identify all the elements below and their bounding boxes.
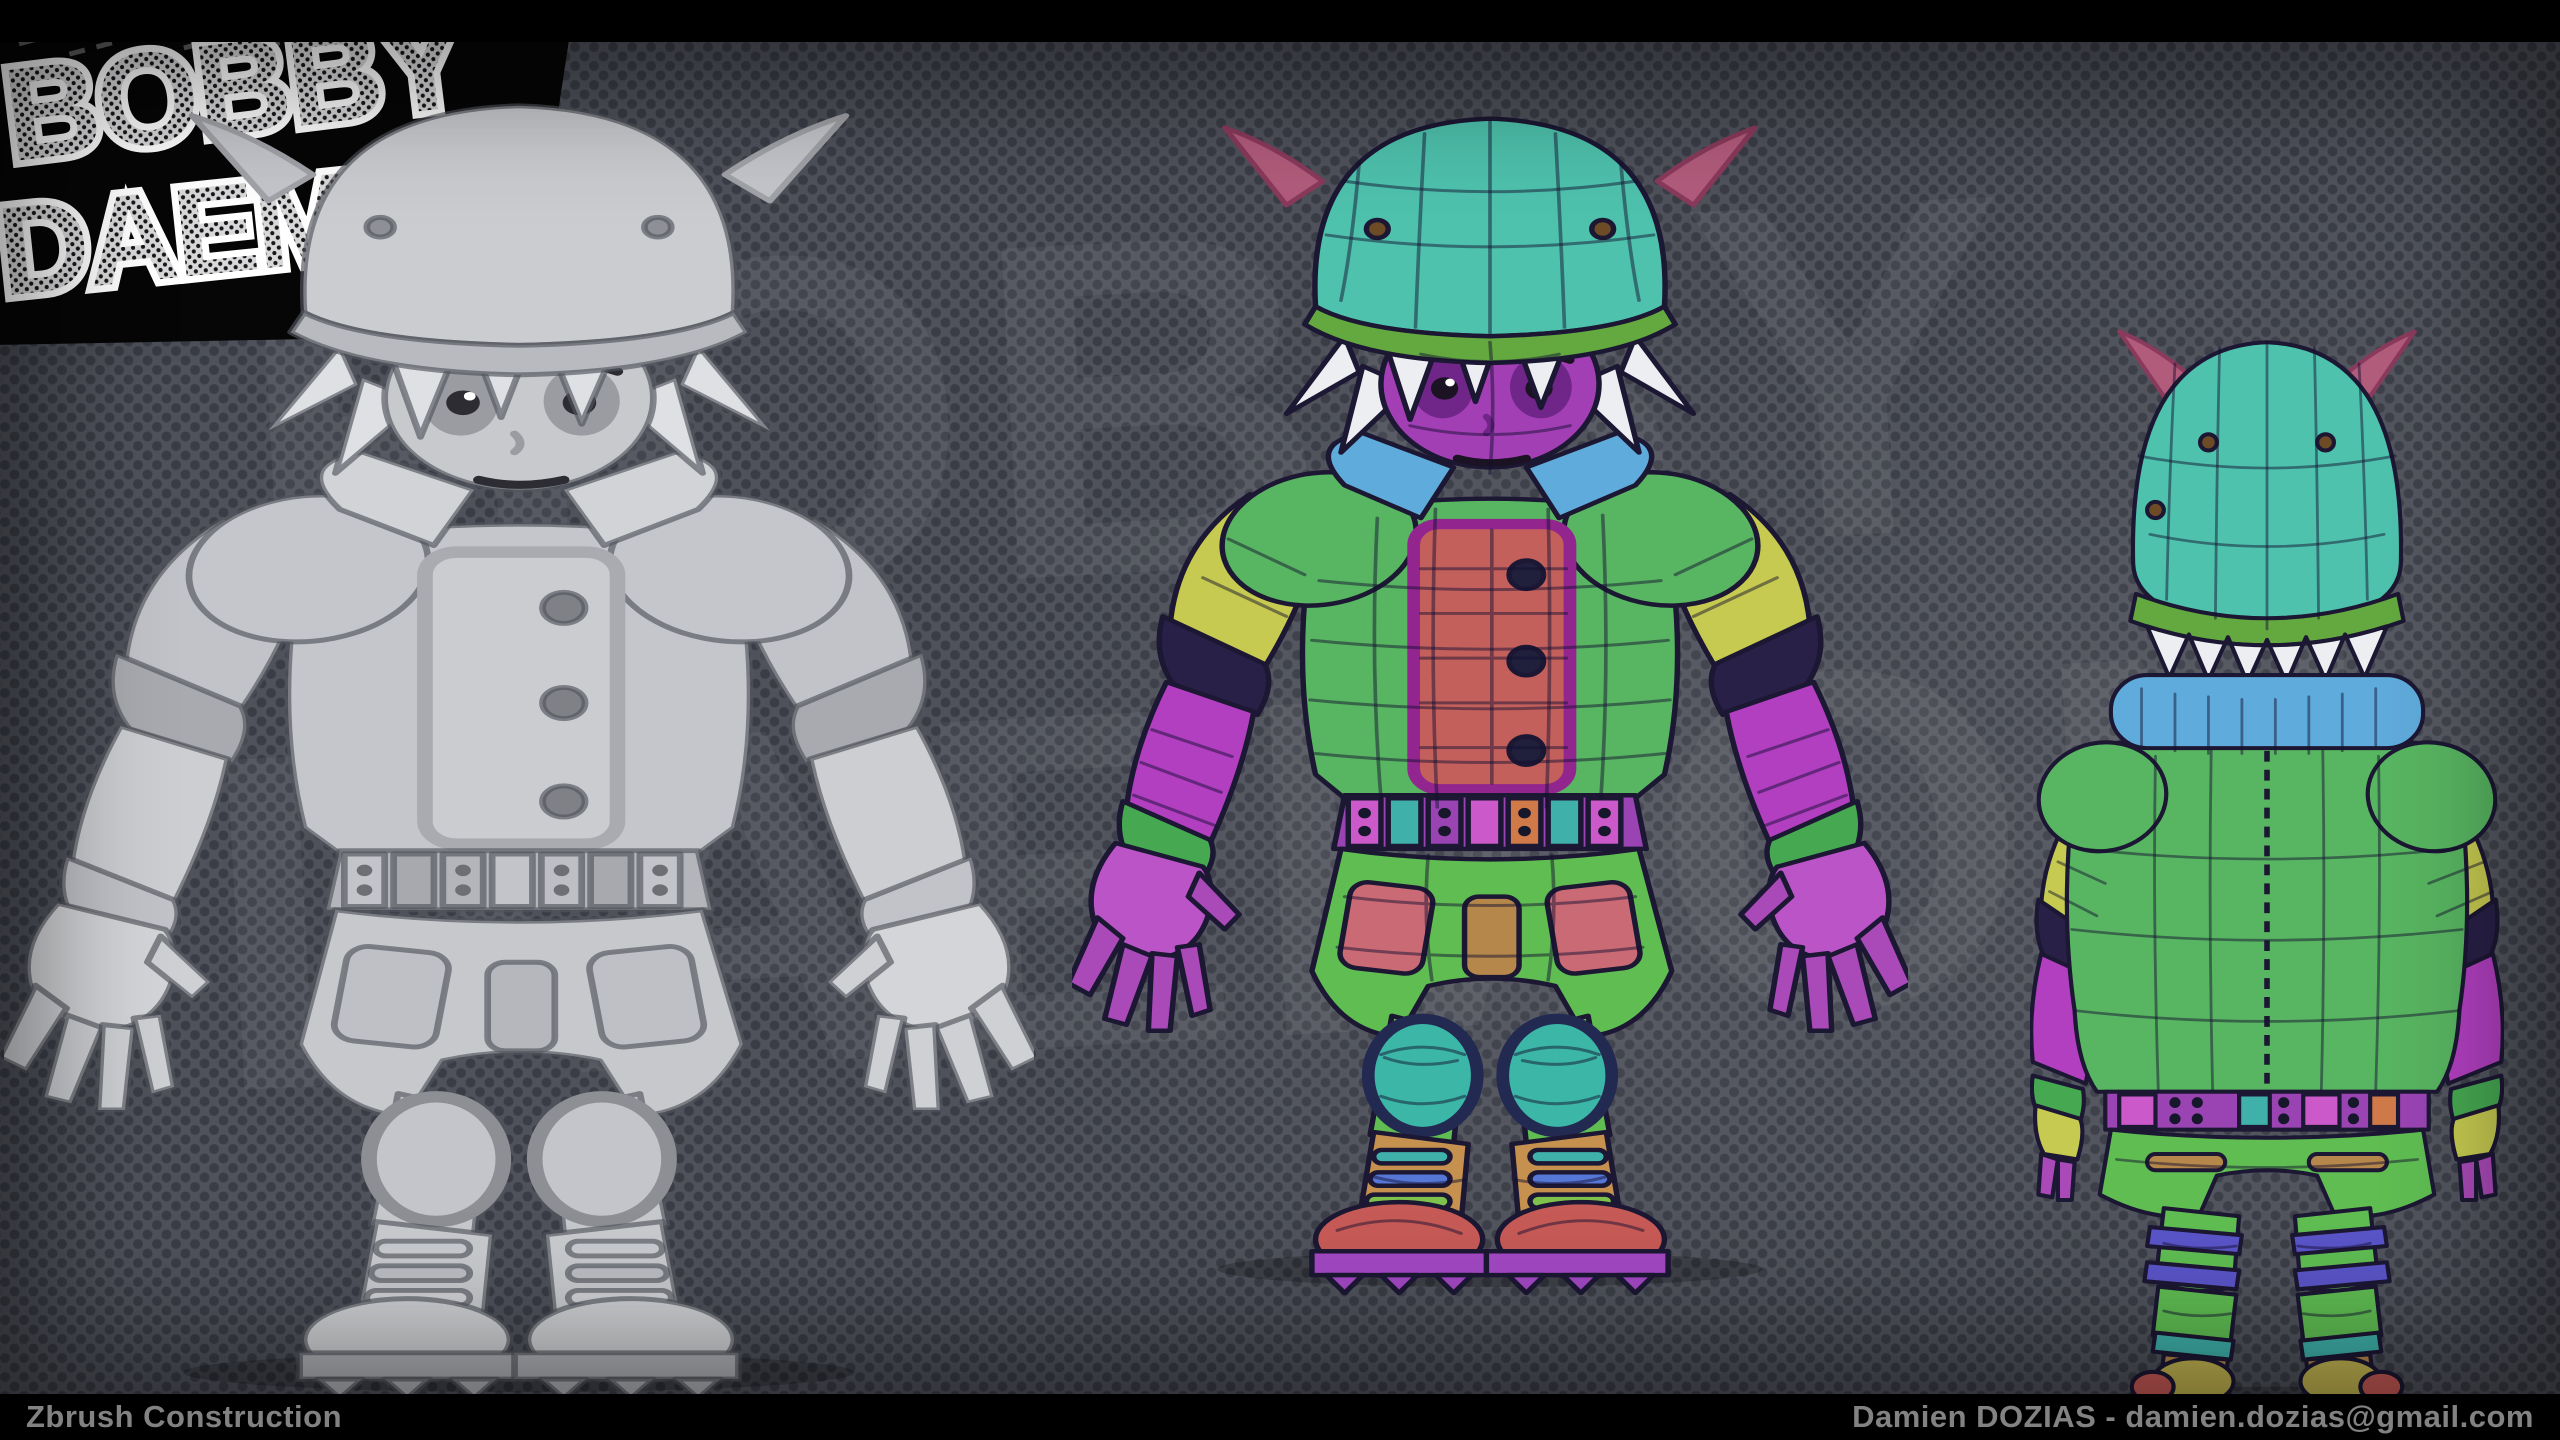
zbrush-sculpt-figure-front	[4, 50, 1034, 1394]
halftone-canvas: BOBBY DAEMON BOBBY DAEMON	[0, 42, 2560, 1394]
footer-right-credit: Damien DOZIAS - damien.dozias@gmail.com	[1852, 1399, 2534, 1435]
polypaint-wireframe-figure-front	[1072, 68, 1908, 1296]
polypaint-wireframe-figure-back	[2030, 280, 2504, 1394]
artwork-stage: BOBBY DAEMON BOBBY DAEMON	[0, 0, 2560, 1440]
footer-left-label: Zbrush Construction	[26, 1399, 342, 1435]
bottom-credit-bar: Zbrush Construction Damien DOZIAS - dami…	[0, 1394, 2560, 1440]
top-letterbox-bar	[0, 0, 2560, 42]
